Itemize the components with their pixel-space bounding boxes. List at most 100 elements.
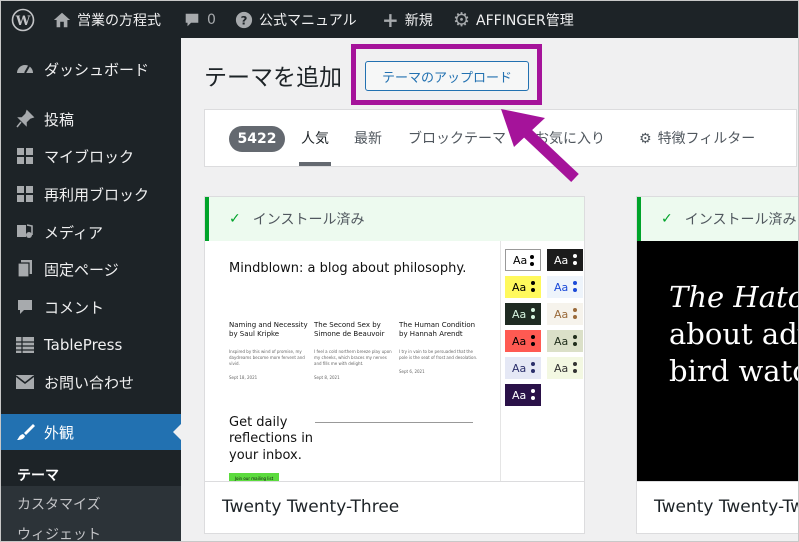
preview-post: The Second Sex by Simone de Beauvoir I f… xyxy=(314,321,394,380)
manual-link[interactable]: ? 公式マニュアル xyxy=(235,1,357,38)
manual-label: 公式マニュアル xyxy=(259,12,357,29)
media-icon xyxy=(15,222,35,242)
sidebar-item-reusable-blocks[interactable]: 再利用ブロック xyxy=(1,176,181,212)
feature-filter-button[interactable]: ⚙ 特徴フィルター xyxy=(639,128,755,148)
sidebar-item-contact[interactable]: お問い合わせ xyxy=(1,364,181,400)
tab-favorites[interactable]: お気に入り xyxy=(535,128,605,148)
theme-screenshot: Mindblown: a blog about philosophy. Nami… xyxy=(205,241,584,483)
installed-label: インストール済み xyxy=(684,212,797,228)
post-date: Sept 8, 2021 xyxy=(314,375,340,381)
preview-daily-text: Get daily reflections in your inbox. xyxy=(229,415,314,463)
site-name-link[interactable]: 営業の方程式 xyxy=(53,1,161,38)
sidebar-item-posts[interactable]: 投稿 xyxy=(1,101,181,137)
sidebar-item-pages[interactable]: 固定ページ xyxy=(1,251,181,287)
comment-icon xyxy=(185,13,199,26)
gear-icon: ⚙ xyxy=(639,131,652,147)
preview-post: The Human Condition by Hannah Arendt I t… xyxy=(399,321,479,374)
sidebar-item-label: 固定ページ xyxy=(44,260,119,279)
tab-latest[interactable]: 最新 xyxy=(354,128,382,148)
active-menu-pointer xyxy=(173,424,181,440)
submenu-widgets[interactable]: ウィジェット xyxy=(17,524,101,541)
swatch-label: Aa xyxy=(512,280,527,294)
post-title: Naming and Necessity by Saul Kripke xyxy=(229,321,308,339)
swatch-dots xyxy=(531,281,535,293)
swatch-label: Aa xyxy=(512,361,527,375)
hero-line: The Hatch xyxy=(669,280,798,314)
post-date: Sept 6, 2021 xyxy=(399,369,425,375)
theme-name: Twenty Twenty-Three xyxy=(205,481,584,531)
sidebar-item-comments[interactable]: コメント xyxy=(1,289,181,325)
wordpress-logo-icon[interactable]: W xyxy=(11,1,35,38)
style-variation-swatch[interactable]: Aa xyxy=(505,276,541,298)
highlight-box xyxy=(351,44,542,105)
tab-popular[interactable]: 人気 xyxy=(301,128,329,148)
post-excerpt: I feel a cold northern breeze play upon … xyxy=(314,349,392,367)
sidebar-item-label: 再利用ブロック xyxy=(44,185,150,204)
theme-name: Twenty Twenty-Two xyxy=(637,481,798,531)
swatch-dots xyxy=(531,362,535,374)
theme-card-twenty-twenty-three[interactable]: ✓ インストール済み Mindblown: a blog about philo… xyxy=(204,196,585,534)
admin-sidebar: ダッシュボード 投稿 マイブロック 再利用ブロック メディア 固定ページ コメン… xyxy=(1,38,181,541)
post-excerpt: Inspired by this wind of promise, my day… xyxy=(229,349,305,367)
style-variation-swatch[interactable]: Aa xyxy=(505,303,541,325)
sidebar-item-dashboard[interactable]: ダッシュボード xyxy=(1,51,181,87)
swatch-dots xyxy=(531,308,535,320)
admin-bar: W 営業の方程式 0 ? 公式マニュアル + 新規 ⚙ AFFINGER管理 xyxy=(1,1,798,38)
sidebar-item-tablepress[interactable]: TablePress xyxy=(1,327,181,363)
swatch-label: Aa xyxy=(512,388,527,402)
sidebar-item-appearance[interactable]: 外観 xyxy=(1,414,181,450)
style-variation-swatch[interactable]: Aa xyxy=(547,357,583,379)
feature-filter-label: 特徴フィルター xyxy=(657,131,756,147)
swatch-dots xyxy=(531,389,535,401)
style-variation-swatch[interactable]: Aa xyxy=(505,249,541,271)
comments-link[interactable]: 0 xyxy=(183,1,216,38)
style-variation-swatch[interactable]: Aa xyxy=(547,330,583,352)
swatch-label: Aa xyxy=(554,307,569,321)
theme-screenshot: The Hatch about adv bird wato xyxy=(637,241,798,481)
preview-heading: Mindblown: a blog about philosophy. xyxy=(229,261,467,276)
swatch-label: Aa xyxy=(554,334,569,348)
swatch-label: Aa xyxy=(554,361,569,375)
preview-post: Naming and Necessity by Saul Kripke Insp… xyxy=(229,321,309,380)
post-title: The Second Sex by Simone de Beauvoir xyxy=(314,321,385,339)
swatch-label: Aa xyxy=(554,253,569,267)
affinger-link[interactable]: ⚙ AFFINGER管理 xyxy=(453,1,574,38)
new-label: 新規 xyxy=(404,12,433,29)
swatch-dots xyxy=(573,335,577,347)
installed-label: インストール済み xyxy=(252,212,365,228)
swatch-dots xyxy=(573,281,577,293)
pages-icon xyxy=(15,259,35,279)
swatch-dots xyxy=(573,362,577,374)
style-variation-swatch[interactable]: Aa xyxy=(505,357,541,379)
theme-card-twenty-twenty-two[interactable]: ✓ インストール済み The Hatch about adv bird wato… xyxy=(636,196,798,534)
comments-count: 0 xyxy=(207,11,216,28)
preview-divider xyxy=(315,422,473,423)
mail-icon xyxy=(15,372,35,392)
installed-notice: ✓ インストール済み xyxy=(637,197,798,241)
style-variation-swatch[interactable]: Aa xyxy=(547,249,583,271)
sidebar-item-media[interactable]: メディア xyxy=(1,214,181,250)
help-icon: ? xyxy=(235,11,253,28)
preview-hero-text: The Hatch about adv bird wato xyxy=(669,279,798,390)
sidebar-item-label: メディア xyxy=(44,223,103,242)
site-name: 営業の方程式 xyxy=(77,12,161,29)
sidebar-item-my-blocks[interactable]: マイブロック xyxy=(1,138,181,174)
swatch-label: Aa xyxy=(512,307,527,321)
theme-count-badge: 5422 xyxy=(229,126,285,152)
affinger-label: AFFINGER管理 xyxy=(476,12,574,29)
style-variation-swatch[interactable]: Aa xyxy=(505,384,541,406)
submenu-customize[interactable]: カスタマイズ xyxy=(17,494,101,514)
submenu-themes[interactable]: テーマ xyxy=(17,465,59,485)
style-variation-swatch[interactable]: Aa xyxy=(505,330,541,352)
new-content-link[interactable]: + 新規 xyxy=(382,1,433,38)
tab-block-themes[interactable]: ブロックテーマ xyxy=(408,128,506,148)
style-variation-swatch[interactable]: Aa xyxy=(547,303,583,325)
sidebar-item-label: TablePress xyxy=(44,336,123,354)
hero-line: about adv xyxy=(669,317,798,351)
swatch-dots xyxy=(530,255,534,267)
swatch-dots xyxy=(573,308,577,320)
sidebar-item-label: お問い合わせ xyxy=(44,373,135,392)
style-variation-swatch[interactable]: Aa xyxy=(547,276,583,298)
check-icon: ✓ xyxy=(229,211,241,227)
style-variation-panel: Aa Aa Aa Aa Aa Aa Aa Aa Aa Aa Aa xyxy=(500,241,584,481)
